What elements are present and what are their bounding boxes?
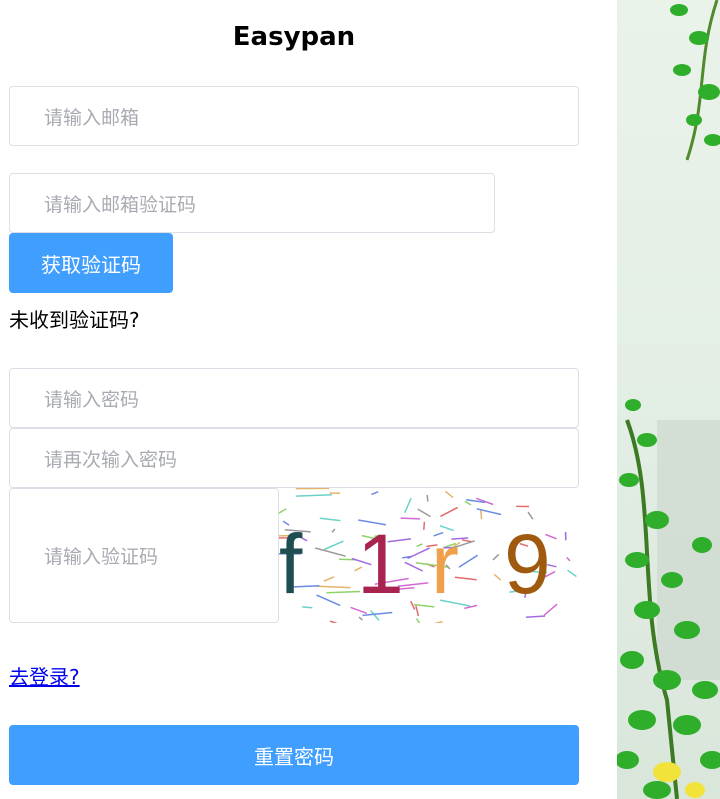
captcha-noise-line — [370, 610, 380, 621]
captcha-noise-line — [416, 543, 423, 547]
captcha-noise-line — [316, 594, 341, 607]
password-repeat-input[interactable]: 请再次输入密码 — [9, 428, 579, 488]
captcha-noise-line — [329, 620, 338, 623]
captcha-noise-line — [566, 556, 571, 562]
captcha-noise-line — [315, 547, 346, 557]
email-code-input[interactable]: 请输入邮箱验证码 — [9, 173, 495, 233]
captcha-noise-line — [358, 616, 363, 621]
captcha-noise-line — [444, 490, 454, 499]
page-title: Easypan — [232, 22, 356, 52]
email-input[interactable]: 请输入邮箱 — [9, 86, 579, 146]
captcha-char-1: f — [279, 517, 303, 611]
captcha-noise-line — [295, 494, 332, 497]
captcha-noise-line — [317, 585, 351, 589]
captcha-image[interactable]: f 1 r 9 — [279, 488, 579, 623]
captcha-noise-line — [407, 547, 431, 560]
captcha-noise-line — [371, 491, 379, 496]
captcha-noise-line — [426, 494, 429, 502]
captcha-input-placeholder: 请输入验证码 — [44, 546, 159, 568]
captcha-noise-line — [458, 554, 479, 568]
captcha-noise-line — [461, 539, 472, 543]
captcha-noise-line — [410, 600, 416, 610]
captcha-noise-line — [493, 573, 502, 581]
captcha-noise-line — [415, 605, 420, 617]
captcha-noise-line — [433, 620, 443, 623]
captcha-noise-line — [440, 506, 459, 518]
get-code-button[interactable]: 获取验证码 — [9, 233, 173, 293]
captcha-char-3: r — [431, 517, 459, 611]
captcha-noise-line — [525, 615, 546, 619]
reset-password-button[interactable]: 重置密码 — [9, 725, 579, 785]
captcha-noise-line — [323, 540, 344, 551]
captcha-noise-line — [404, 497, 412, 514]
captcha-noise-line — [331, 528, 336, 533]
email-code-input-placeholder: 请输入邮箱验证码 — [44, 193, 197, 216]
captcha-noise-line — [479, 509, 483, 520]
not-received-text[interactable]: 未收到验证码? — [9, 304, 140, 333]
captcha-noise-line — [492, 553, 500, 561]
captcha-noise-line — [464, 500, 472, 506]
captcha-noise-line — [326, 590, 361, 594]
captcha-noise-line — [362, 611, 393, 617]
password-repeat-input-placeholder: 请再次输入密码 — [44, 448, 178, 471]
password-input-placeholder: 请输入密码 — [44, 388, 140, 411]
reset-password-form: Easypan 请输入邮箱 请输入邮箱验证码 获取验证码 未收到验证码? 请输入… — [0, 0, 617, 799]
captcha-noise-line — [415, 618, 421, 623]
go-login-link[interactable]: 去登录? — [9, 661, 80, 690]
password-input[interactable]: 请输入密码 — [9, 368, 579, 428]
captcha-noise-line — [319, 517, 341, 522]
email-input-placeholder: 请输入邮箱 — [44, 106, 140, 129]
captcha-input[interactable]: 请输入验证码 — [9, 488, 279, 623]
captcha-noise-line — [417, 508, 431, 518]
captcha-noise-line — [302, 606, 313, 609]
captcha-char-2: 1 — [357, 517, 404, 611]
green-plant-image — [617, 0, 720, 799]
background-photo — [617, 0, 720, 799]
captcha-char-4: 9 — [504, 517, 551, 611]
captcha-noise-line — [567, 569, 577, 578]
captcha-noise-line — [323, 576, 335, 582]
captcha-noise-line — [423, 521, 426, 530]
